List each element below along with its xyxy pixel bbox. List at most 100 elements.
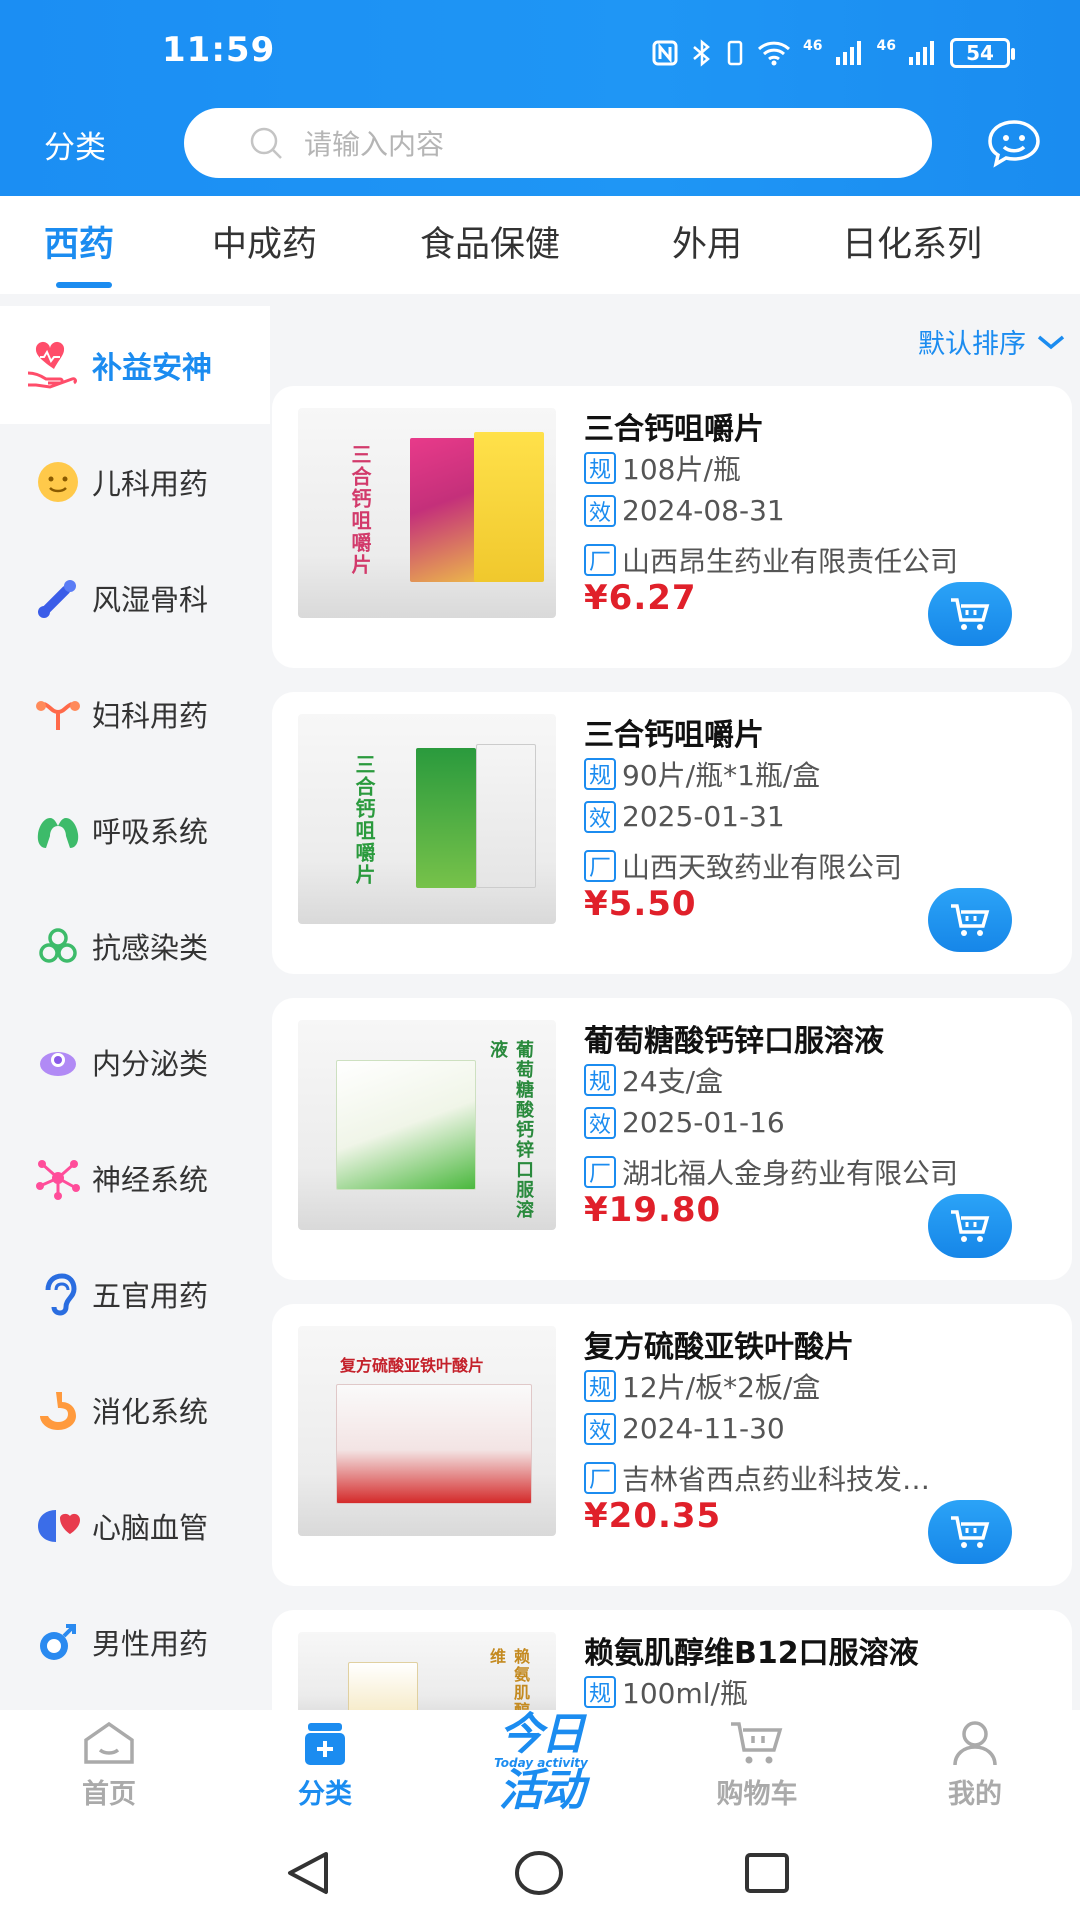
chevron-down-icon [1037,335,1065,349]
battery-level: 54 [966,41,994,65]
vibrate-icon [727,40,743,66]
sidebar-item-label: 儿科用药 [92,467,209,501]
product-name: 赖氨肌醇维B12口服溶液 [584,1636,919,1671]
cart-icon [731,1722,783,1764]
product-expiry-row: 效 2025-01-31 [584,800,785,833]
product-image-text: 复方硫酸亚铁叶酸片 [340,1356,485,1375]
sort-label: 默认排序 [918,329,1026,360]
product-card[interactable]: 葡萄糖酸钙锌口服溶液 葡萄糖酸钙锌口服溶液 规 24支/盒 效 2025-01-16… [272,998,1072,1280]
child-face-icon [32,460,84,504]
sidebar-item-label: 妇科用药 [92,699,209,733]
product-name: 三合钙咀嚼片 [584,718,764,753]
tab-health-food[interactable]: 食品保健 [420,216,560,267]
product-spec: 90片/瓶*1瓶/盒 [622,759,821,792]
sidebar-item-pediatrics[interactable]: 儿科用药 [0,424,270,540]
gland-icon [32,1040,84,1084]
nav-category[interactable]: 分类 [250,1718,400,1811]
product-card[interactable]: 复方硫酸亚铁叶酸片 复方硫酸亚铁叶酸片 规 12片/板*2板/盒 效 2024-11… [272,1304,1072,1586]
battery-icon: 54 [950,38,1015,68]
nav-category-label: 分类 [298,1779,352,1810]
biohazard-icon [32,924,84,968]
product-card[interactable]: 三合钙咀嚼片 三合钙咀嚼片 规 90片/瓶*1瓶/盒 效 2025-01-31 厂山… [272,692,1072,974]
sort-dropdown[interactable]: 默认排序 [918,322,1066,361]
sidebar-item-ent[interactable]: 五官用药 [0,1236,270,1352]
add-to-cart-button[interactable] [928,1194,1012,1258]
expiry-tag: 效 [584,800,616,833]
status-bar: 11:59 46 46 54 [0,0,1080,104]
category-label[interactable]: 分类 [44,122,106,167]
product-spec: 100ml/瓶 [622,1677,748,1710]
product-price: ¥5.50 [584,884,697,924]
sidebar-item-cardio-cerebrovascular[interactable]: 心脑血管 [0,1468,270,1584]
nav-mine-label: 我的 [948,1779,1002,1810]
product-image: 葡萄糖酸钙锌口服溶液 [298,1020,556,1230]
product-maker: 山西昂生药业有限责任公司 [622,545,959,578]
add-to-cart-button[interactable] [928,888,1012,952]
spec-tag: 规 [584,452,616,484]
tab-daily-chemicals[interactable]: 日化系列 [842,216,982,267]
search-input[interactable]: 请输入内容 [184,108,932,178]
nav-cart[interactable]: 购物车 [682,1718,832,1811]
tab-external-use[interactable]: 外用 [672,216,742,267]
signal-icon-1 [835,41,861,65]
sidebar-item-gynecology[interactable]: 妇科用药 [0,656,270,772]
ear-icon [32,1272,84,1316]
sidebar-item-label: 男性用药 [92,1627,209,1661]
maker-tag: 厂 [584,1156,616,1188]
maker-tag: 厂 [584,1462,616,1494]
tab-chinese-patent-medicine[interactable]: 中成药 [212,216,317,267]
sidebar-item-tonic-sedative[interactable]: 补益安神 [0,306,270,424]
product-spec-row: 规 24支/盒 [584,1060,723,1100]
maker-tag: 厂 [584,850,616,882]
subcategory-sidebar: 补益安神 儿科用药 风湿骨科 妇科用药 呼吸系统 抗感染类 内分泌类 神经系统 … [0,306,270,1710]
cart-icon [951,1210,990,1242]
product-image: 复方硫酸亚铁叶酸片 [298,1326,556,1536]
sidebar-item-rheumatism-orthopedics[interactable]: 风湿骨科 [0,540,270,656]
add-to-cart-button[interactable] [928,1500,1012,1564]
cart-icon [951,598,990,630]
add-to-cart-button[interactable] [928,582,1012,646]
bone-icon [32,576,84,620]
product-expiry-row: 效 2025-01-16 [584,1106,785,1139]
sidebar-item-label: 风湿骨科 [92,583,209,617]
product-maker-row: 厂吉林省西点药业科技发… [584,1458,930,1498]
today-activity-button[interactable]: 今日 Today activity 活动 [486,1713,596,1813]
tab-indicator [56,282,112,288]
nav-home[interactable]: 首页 [34,1718,184,1811]
spec-tag: 规 [584,758,616,790]
search-row: 分类 请输入内容 [0,104,1080,196]
nav-mine[interactable]: 我的 [900,1718,1050,1811]
maker-tag: 厂 [584,544,616,576]
sidebar-item-male-medicine[interactable]: 男性用药 [0,1584,270,1700]
product-card[interactable]: 三合钙咀嚼片 三合钙咀嚼片 规 108片/瓶 效 2024-08-31 厂山西昂生药… [272,386,1072,668]
recents-icon[interactable] [744,1852,790,1894]
product-expiry: 2024-11-30 [622,1412,785,1445]
male-symbol-icon [32,1620,84,1664]
product-spec: 24支/盒 [622,1065,724,1098]
sidebar-item-label: 神经系统 [92,1163,209,1197]
app-header: 11:59 46 46 54 分类 请输入内容 [0,0,1080,196]
product-maker: 吉林省西点药业科技发… [622,1463,931,1496]
sidebar-item-anti-infection[interactable]: 抗感染类 [0,888,270,1004]
sidebar-item-nervous-system[interactable]: 神经系统 [0,1120,270,1236]
product-name: 复方硫酸亚铁叶酸片 [584,1330,854,1365]
network-type-2: 46 [876,38,896,54]
uterus-icon [32,692,84,736]
status-time: 11:59 [162,30,276,70]
home-icon [84,1721,134,1764]
tab-western-medicine[interactable]: 西药 [44,216,114,267]
sidebar-item-label: 消化系统 [92,1395,209,1429]
sidebar-item-respiratory[interactable]: 呼吸系统 [0,772,270,888]
spec-tag: 规 [584,1676,616,1708]
sidebar-item-digestive[interactable]: 消化系统 [0,1352,270,1468]
home-circle-icon[interactable] [514,1850,564,1896]
product-card[interactable]: 赖氨肌醇维 赖氨肌醇维B12口服溶液 规 100ml/瓶 [272,1610,1072,1710]
sidebar-item-label: 内分泌类 [92,1047,209,1081]
product-price: ¥19.80 [584,1190,722,1230]
sidebar-item-endocrine[interactable]: 内分泌类 [0,1004,270,1120]
customer-service-icon[interactable] [986,118,1042,168]
product-image-text: 赖氨肌醇维 [487,1648,530,1710]
product-spec-row: 规 108片/瓶 [584,448,741,488]
back-icon[interactable] [286,1850,330,1896]
search-icon [250,127,282,159]
